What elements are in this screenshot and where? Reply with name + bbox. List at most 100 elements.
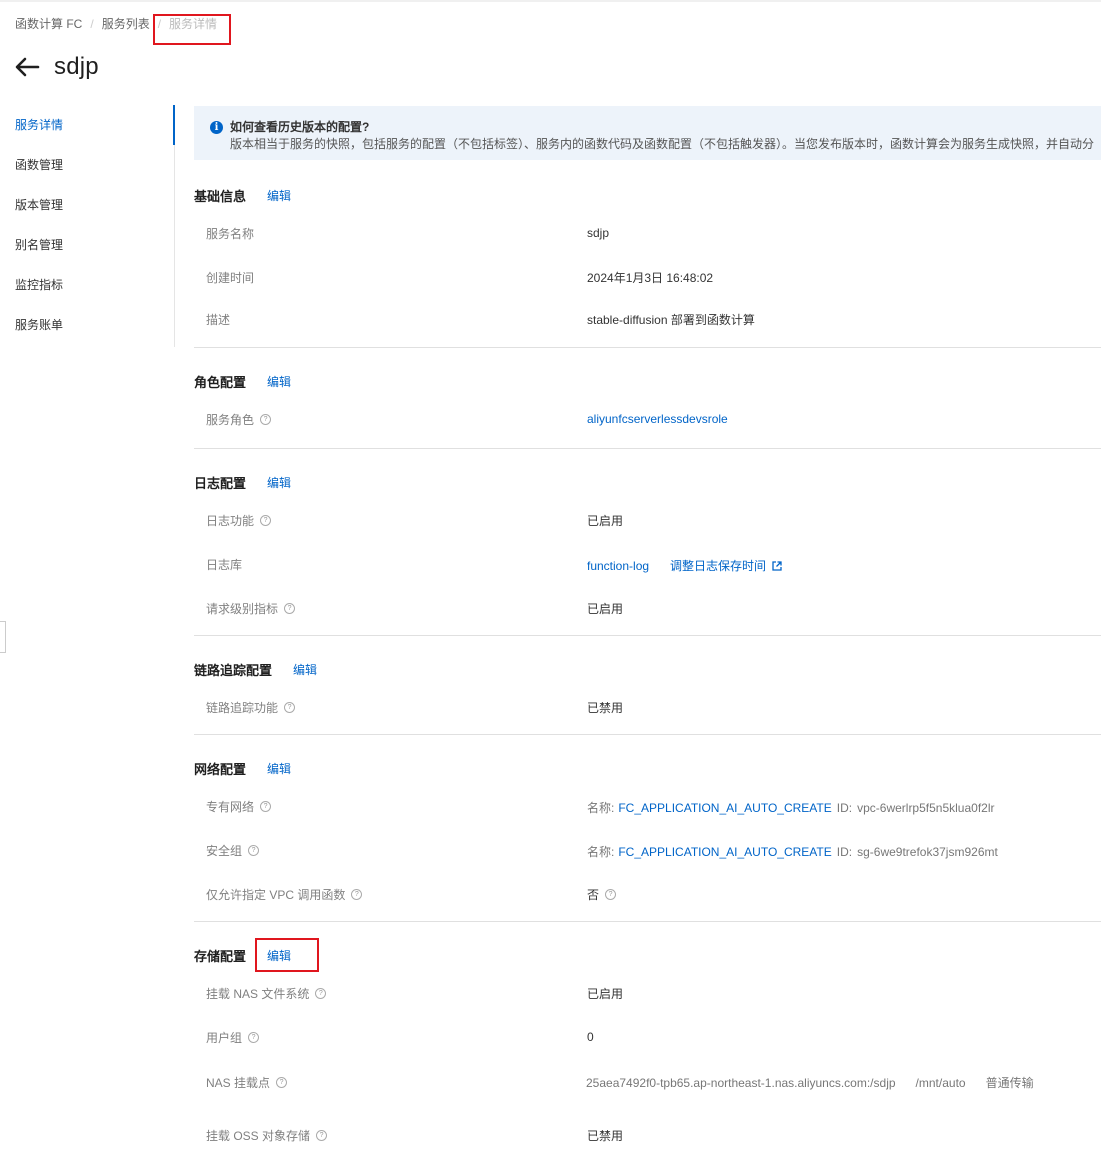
- value-nas-mount: 已启用: [587, 987, 624, 1001]
- edit-log-button[interactable]: 编辑: [267, 474, 291, 491]
- breadcrumb-separator: /: [90, 16, 94, 31]
- edit-basic-button[interactable]: 编辑: [267, 187, 291, 204]
- help-icon[interactable]: ?: [276, 1077, 288, 1088]
- breadcrumb-item-service-list[interactable]: 服务列表: [102, 15, 150, 32]
- value-nas-mount-point: 25aea7492f0-tpb65.ap-northeast-1.nas.ali…: [586, 1074, 1034, 1091]
- external-link-icon[interactable]: [772, 560, 782, 571]
- label-created-time: 创建时间: [206, 271, 255, 285]
- label-vpc: 专有网络?: [206, 798, 272, 815]
- sidebar-item-service-detail[interactable]: 服务详情: [0, 105, 175, 145]
- id-prefix: ID:: [836, 800, 853, 815]
- label-log-function: 日志功能?: [206, 512, 272, 529]
- divider: [194, 635, 1101, 636]
- value-vpc: 名称: FC_APPLICATION_AI_AUTO_CREATE ID: vp…: [587, 799, 995, 816]
- sidebar-collapse-handle[interactable]: [0, 621, 6, 653]
- highlight-box-edit-storage: [255, 938, 319, 972]
- security-group-id: sg-6we9trefok37jsm926mt: [857, 844, 998, 859]
- help-icon[interactable]: ?: [248, 1032, 260, 1043]
- section-title: 日志配置: [194, 476, 247, 491]
- label-nas-mount-point: NAS 挂载点?: [206, 1074, 288, 1091]
- sidebar-item-monitoring[interactable]: 监控指标: [0, 265, 174, 305]
- info-icon: i: [210, 121, 223, 134]
- help-icon[interactable]: ?: [260, 515, 272, 526]
- section-title: 链路追踪配置: [194, 663, 273, 678]
- help-icon[interactable]: ?: [260, 414, 272, 425]
- label-vpc-only: 仅允许指定 VPC 调用函数?: [206, 886, 363, 903]
- value-oss-mount: 已禁用: [587, 1129, 624, 1143]
- section-trace: 链路追踪配置 编辑: [194, 660, 317, 679]
- edit-network-button[interactable]: 编辑: [267, 760, 291, 777]
- label-logstore: 日志库: [206, 558, 243, 572]
- divider: [194, 448, 1101, 449]
- help-icon[interactable]: ?: [316, 1130, 328, 1141]
- label-description: 描述: [206, 313, 231, 327]
- help-icon[interactable]: ?: [605, 889, 617, 900]
- label-text: 仅允许指定 VPC 调用函数: [206, 888, 346, 902]
- label-text: 挂载 NAS 文件系统: [206, 987, 310, 1001]
- value-log-function: 已启用: [587, 514, 624, 528]
- side-nav: 服务详情 函数管理 版本管理 别名管理 监控指标 服务账单: [0, 105, 175, 347]
- breadcrumb-item-fc[interactable]: 函数计算 FC: [15, 15, 82, 32]
- vpc-id: vpc-6werlrp5f5n5klua0f2lr: [857, 800, 995, 815]
- label-nas-mount: 挂载 NAS 文件系统?: [206, 985, 327, 1002]
- logstore-link[interactable]: function-log: [587, 559, 649, 573]
- name-prefix: 名称:: [587, 845, 615, 859]
- help-icon[interactable]: ?: [284, 702, 296, 713]
- nas-transfer-mode: 普通传输: [985, 1076, 1034, 1090]
- help-icon[interactable]: ?: [284, 603, 296, 614]
- page-header: sdjp: [12, 52, 99, 82]
- id-prefix: ID:: [836, 844, 853, 859]
- help-icon[interactable]: ?: [248, 845, 260, 856]
- help-icon[interactable]: ?: [260, 801, 272, 812]
- divider: [194, 921, 1101, 922]
- help-icon[interactable]: ?: [315, 988, 327, 999]
- label-text: 请求级别指标: [206, 602, 279, 616]
- label-request-metrics: 请求级别指标?: [206, 600, 296, 617]
- label-text: 专有网络: [206, 800, 255, 814]
- value-logstore: function-log 调整日志保存时间: [587, 557, 782, 574]
- divider: [194, 347, 1101, 348]
- back-button[interactable]: [12, 52, 42, 82]
- section-network: 网络配置 编辑: [194, 759, 291, 778]
- label-oss-mount: 挂载 OSS 对象存储?: [206, 1127, 328, 1144]
- label-text: 安全组: [206, 844, 243, 858]
- highlight-box-breadcrumb: [153, 14, 231, 45]
- adjust-log-retention-link[interactable]: 调整日志保存时间: [670, 557, 766, 574]
- notice-banner: i 如何查看历史版本的配置? 版本相当于服务的快照，包括服务的配置（不包括标签）…: [194, 106, 1101, 160]
- value-created-time: 2024年1月3日 16:48:02: [587, 271, 714, 285]
- label-service-role: 服务角色?: [206, 411, 272, 428]
- top-border: [0, 0, 1101, 2]
- label-trace-function: 链路追踪功能?: [206, 699, 296, 716]
- value-service-name: sdjp: [587, 226, 610, 240]
- name-prefix: 名称:: [587, 801, 615, 815]
- help-icon[interactable]: ?: [351, 889, 363, 900]
- label-text: NAS 挂载点: [206, 1076, 271, 1090]
- security-group-name-link[interactable]: FC_APPLICATION_AI_AUTO_CREATE: [618, 845, 831, 859]
- value-description: stable-diffusion 部署到函数计算: [587, 313, 755, 327]
- edit-role-button[interactable]: 编辑: [267, 373, 291, 390]
- section-basic-info: 基础信息 编辑: [194, 186, 291, 205]
- notice-body: 版本相当于服务的快照，包括服务的配置（不包括标签）、服务内的函数代码及函数配置（…: [230, 137, 1095, 151]
- value-request-metrics: 已启用: [587, 602, 624, 616]
- service-role-link[interactable]: aliyunfcserverlessdevsrole: [587, 412, 728, 426]
- nas-server-addr: 25aea7492f0-tpb65.ap-northeast-1.nas.ali…: [586, 1075, 896, 1090]
- value-trace-function: 已禁用: [587, 701, 624, 715]
- section-title: 网络配置: [194, 762, 247, 777]
- value-text: 否: [587, 888, 600, 902]
- page-title: sdjp: [54, 53, 99, 80]
- sidebar-item-alias-management[interactable]: 别名管理: [0, 225, 174, 265]
- vpc-name-link[interactable]: FC_APPLICATION_AI_AUTO_CREATE: [618, 801, 831, 815]
- label-text: 服务角色: [206, 413, 255, 427]
- sidebar-item-billing[interactable]: 服务账单: [0, 305, 174, 345]
- nas-mount-dir: /mnt/auto: [915, 1075, 966, 1090]
- divider: [194, 734, 1101, 735]
- label-text: 链路追踪功能: [206, 701, 279, 715]
- label-security-group: 安全组?: [206, 842, 260, 859]
- section-title: 基础信息: [194, 189, 247, 204]
- notice-title: 如何查看历史版本的配置?: [230, 120, 370, 134]
- sidebar-item-function-management[interactable]: 函数管理: [0, 145, 174, 185]
- edit-trace-button[interactable]: 编辑: [293, 661, 317, 678]
- sidebar-item-version-management[interactable]: 版本管理: [0, 185, 174, 225]
- label-text: 挂载 OSS 对象存储: [206, 1129, 311, 1143]
- section-log: 日志配置 编辑: [194, 473, 291, 492]
